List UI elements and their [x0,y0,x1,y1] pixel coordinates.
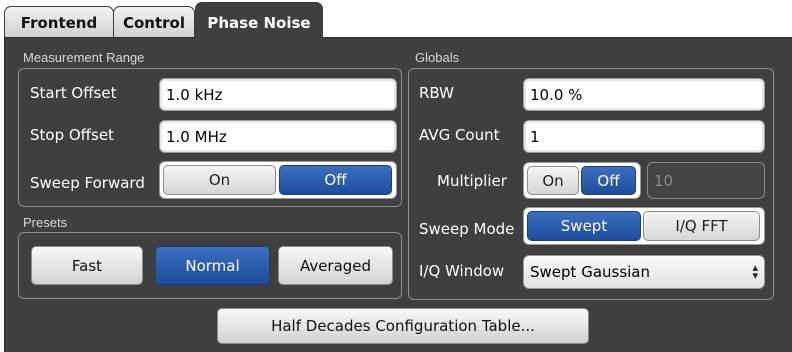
sweep-mode-label: Sweep Mode [419,220,515,238]
tab-phase-noise[interactable]: Phase Noise [195,2,323,42]
tab-frontend[interactable]: Frontend [4,6,114,38]
multiplier-on-button[interactable]: On [527,166,579,195]
avg-count-field[interactable]: 1 [523,120,765,153]
iq-window-select[interactable]: Swept Gaussian ▴ ▾ [523,255,765,289]
start-offset-label: Start Offset [30,84,117,102]
sweep-mode-swept-button[interactable]: Swept [527,211,641,241]
multiplier-off-button[interactable]: Off [581,166,636,195]
sweep-forward-label: Sweep Forward [30,174,145,192]
rbw-field[interactable]: 10.0 % [523,78,765,111]
sweep-forward-off-button[interactable]: Off [279,165,392,195]
multiplier-label: Multiplier [437,172,507,190]
up-down-arrows-icon: ▴ ▾ [752,261,758,282]
presets-title: Presets [23,215,68,230]
multiplier-value-field: 10 [647,162,765,199]
tab-control[interactable]: Control [113,6,195,38]
sweep-mode-iq-fft-button[interactable]: I/Q FFT [643,211,760,241]
preset-averaged-button[interactable]: Averaged [278,246,393,285]
measurement-range-title: Measurement Range [23,50,145,65]
stop-offset-field[interactable]: 1.0 MHz [159,120,397,153]
rbw-label: RBW [419,84,455,102]
phase-noise-panel: Measurement Range Start Offset 1.0 kHz S… [4,37,792,352]
half-decades-config-button[interactable]: Half Decades Configuration Table... [217,308,589,344]
iq-window-label: I/Q Window [419,262,505,280]
preset-fast-button[interactable]: Fast [31,246,143,285]
iq-window-value: Swept Gaussian [530,263,651,281]
start-offset-field[interactable]: 1.0 kHz [159,78,397,111]
avg-count-label: AVG Count [419,126,500,144]
globals-title: Globals [415,50,460,65]
sweep-forward-on-button[interactable]: On [163,165,276,195]
preset-normal-button[interactable]: Normal [155,246,270,285]
stop-offset-label: Stop Offset [30,126,114,144]
